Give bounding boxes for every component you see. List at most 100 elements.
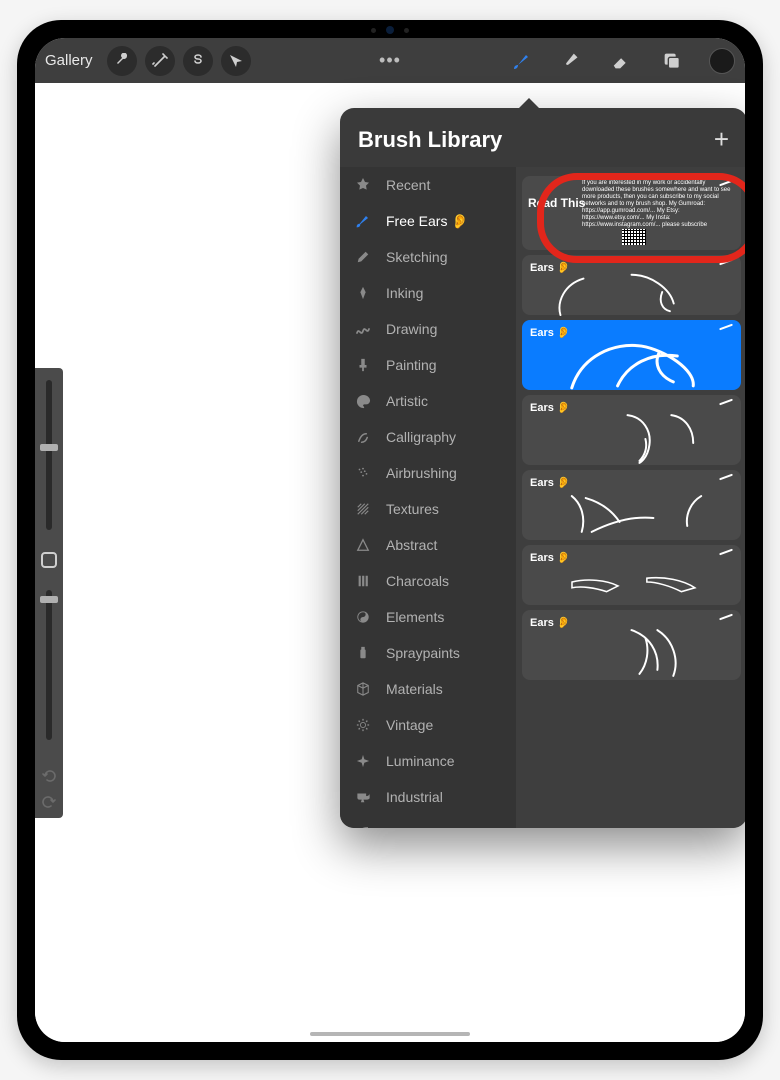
screen: Gallery ••• — [35, 38, 745, 1042]
leaf-icon — [354, 824, 372, 828]
category-label: Organic — [386, 825, 435, 828]
home-indicator — [310, 1032, 470, 1036]
category-item-cube[interactable]: Materials — [340, 671, 516, 707]
brush-list: Read ThisIf you are interested in my wor… — [516, 167, 745, 828]
selection-s-icon[interactable] — [183, 46, 213, 76]
category-label: Textures — [386, 501, 439, 517]
brush-opacity-slider[interactable] — [46, 590, 52, 740]
brush-tool-icon[interactable] — [509, 48, 535, 74]
category-item-nib[interactable]: Inking — [340, 275, 516, 311]
cube-icon — [354, 680, 372, 698]
brush-preview — [522, 269, 741, 317]
undo-icon[interactable] — [41, 768, 57, 784]
popover-arrow — [519, 98, 539, 108]
squiggle-icon — [354, 320, 372, 338]
category-label: Recent — [386, 177, 430, 193]
gear-icon — [354, 716, 372, 734]
read-this-info: If you are interested in my work or acci… — [582, 180, 735, 229]
side-slider-panel — [35, 368, 63, 818]
category-label: Spraypaints — [386, 645, 460, 661]
category-item-paintbrush[interactable]: Painting — [340, 347, 516, 383]
gallery-button[interactable]: Gallery — [45, 52, 93, 69]
yinyang-icon — [354, 608, 372, 626]
category-item-gear[interactable]: Vintage — [340, 707, 516, 743]
brush-item-ear4[interactable]: Ears 👂 — [522, 470, 741, 540]
brush-item-ear2[interactable]: Ears 👂 — [522, 320, 741, 390]
category-item-brush[interactable]: Free Ears 👂 — [340, 203, 516, 239]
brush-size-slider[interactable] — [46, 380, 52, 530]
category-item-anvil[interactable]: Industrial — [340, 779, 516, 815]
brush-item-ear3[interactable]: Ears 👂 — [522, 395, 741, 465]
palette-icon — [354, 392, 372, 410]
category-label: Free Ears 👂 — [386, 213, 469, 230]
popover-title: Brush Library — [358, 127, 502, 153]
color-swatch[interactable] — [709, 48, 735, 74]
category-item-squiggle[interactable]: Drawing — [340, 311, 516, 347]
category-item-sparkle[interactable]: Luminance — [340, 743, 516, 779]
category-item-calli[interactable]: Calligraphy — [340, 419, 516, 455]
eraser-tool-icon[interactable] — [609, 48, 635, 74]
category-item-yinyang[interactable]: Elements — [340, 599, 516, 635]
move-arrow-icon[interactable] — [221, 46, 251, 76]
category-label: Elements — [386, 609, 444, 625]
redo-icon[interactable] — [41, 794, 57, 810]
category-label: Sketching — [386, 249, 447, 265]
category-item-bars[interactable]: Charcoals — [340, 563, 516, 599]
paintbrush-icon — [354, 356, 372, 374]
brush-library-popover: Brush Library + Recent Free Ears 👂 Sketchi… — [340, 108, 745, 828]
star-icon — [354, 176, 372, 194]
triangle-icon — [354, 536, 372, 554]
category-label: Industrial — [386, 789, 443, 805]
layers-icon[interactable] — [659, 48, 685, 74]
brush-preview — [522, 559, 741, 607]
category-list: Recent Free Ears 👂 Sketching Inking Drawing P… — [340, 167, 516, 828]
brush-item-ear1[interactable]: Ears 👂 — [522, 255, 741, 315]
category-label: Painting — [386, 357, 437, 373]
category-label: Artistic — [386, 393, 428, 409]
category-label: Luminance — [386, 753, 455, 769]
anvil-icon — [354, 788, 372, 806]
bars-icon — [354, 572, 372, 590]
camera-bar — [371, 26, 409, 34]
category-label: Calligraphy — [386, 429, 456, 445]
category-item-pencil[interactable]: Sketching — [340, 239, 516, 275]
brush-preview — [522, 334, 741, 392]
category-label: Drawing — [386, 321, 437, 337]
brush-icon — [354, 212, 372, 230]
spray-icon — [354, 464, 372, 482]
ipad-device-frame: Gallery ••• — [17, 20, 763, 1060]
category-item-leaf[interactable]: Organic — [340, 815, 516, 828]
sparkle-icon — [354, 752, 372, 770]
can-icon — [354, 644, 372, 662]
settings-wrench-icon[interactable] — [107, 46, 137, 76]
category-item-palette[interactable]: Artistic — [340, 383, 516, 419]
category-item-spray[interactable]: Airbrushing — [340, 455, 516, 491]
pencil-icon — [354, 248, 372, 266]
category-label: Abstract — [386, 537, 437, 553]
category-item-can[interactable]: Spraypaints — [340, 635, 516, 671]
category-label: Charcoals — [386, 573, 449, 589]
category-label: Materials — [386, 681, 443, 697]
smudge-tool-icon[interactable] — [559, 48, 585, 74]
brush-item-ear6[interactable]: Ears 👂 — [522, 610, 741, 680]
hatch-icon — [354, 500, 372, 518]
category-label: Inking — [386, 285, 423, 301]
brush-item-read[interactable]: Read ThisIf you are interested in my wor… — [522, 176, 741, 250]
brush-preview — [522, 624, 741, 682]
category-label: Airbrushing — [386, 465, 457, 481]
brush-preview — [522, 484, 741, 542]
more-ellipsis-icon[interactable]: ••• — [379, 50, 401, 71]
top-toolbar: Gallery ••• — [35, 38, 745, 83]
category-item-star[interactable]: Recent — [340, 167, 516, 203]
qr-code — [622, 229, 646, 245]
category-label: Vintage — [386, 717, 433, 733]
category-item-hatch[interactable]: Textures — [340, 491, 516, 527]
brush-label: Read This — [528, 196, 585, 210]
calli-icon — [354, 428, 372, 446]
add-brush-button[interactable]: + — [714, 124, 729, 155]
brush-preview — [522, 409, 741, 467]
modify-button[interactable] — [41, 552, 57, 568]
category-item-triangle[interactable]: Abstract — [340, 527, 516, 563]
brush-item-ear5[interactable]: Ears 👂 — [522, 545, 741, 605]
adjustments-wand-icon[interactable] — [145, 46, 175, 76]
